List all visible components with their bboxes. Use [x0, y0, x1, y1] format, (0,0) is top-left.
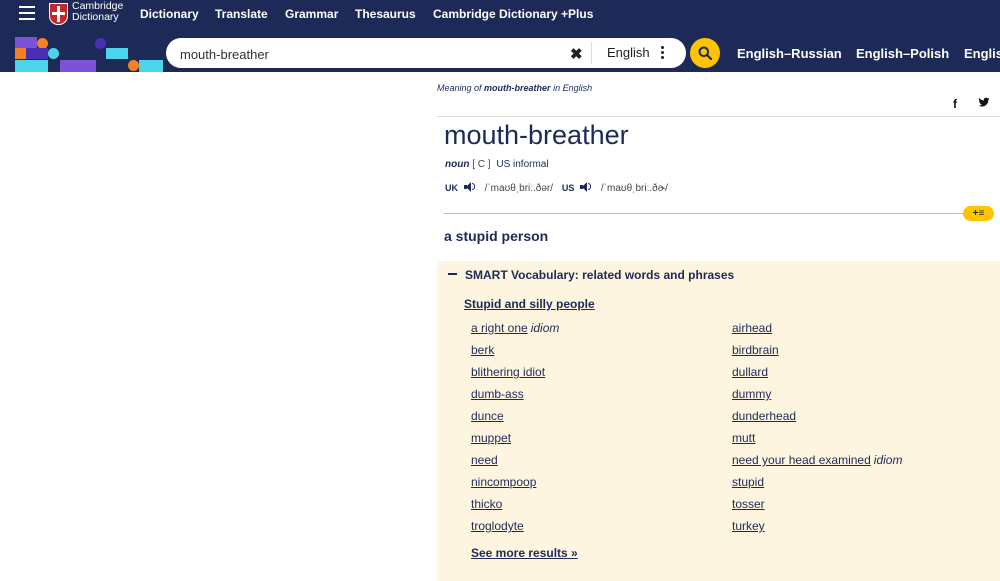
smart-topic-link[interactable]: Stupid and silly people — [464, 297, 595, 311]
related-word-link[interactable]: dumb-ass — [471, 387, 524, 401]
related-word-link[interactable]: muppet — [471, 431, 511, 445]
breadcrumb-word: mouth-breather — [484, 83, 551, 93]
see-more-results-link[interactable]: See more results » — [471, 546, 578, 560]
uk-audio-icon[interactable] — [463, 182, 476, 192]
related-word-link[interactable]: need your head examined idiom — [732, 453, 902, 467]
search-icon — [698, 46, 712, 60]
list-icon: ≡ — [978, 208, 985, 219]
search-button[interactable] — [690, 38, 720, 68]
smart-vocabulary-panel: SMART Vocabulary: related words and phra… — [437, 261, 1000, 581]
definition-divider — [444, 213, 970, 214]
cambridge-shield-logo[interactable] — [49, 3, 68, 25]
quick-link-english-polish[interactable]: English–Polish — [856, 46, 949, 61]
add-to-wordlist-button[interactable]: +≡ — [963, 206, 994, 221]
search-box: ✖ English — [166, 38, 686, 68]
related-word-link[interactable]: troglodyte — [471, 519, 524, 533]
related-word-link[interactable]: blithering idiot — [471, 365, 545, 379]
part-of-speech[interactable]: noun — [445, 159, 469, 170]
breadcrumb-prefix: Meaning of — [437, 83, 482, 93]
related-word-link[interactable]: a right one idiom — [471, 321, 559, 335]
related-word-link[interactable]: airhead — [732, 321, 772, 335]
usage-label: US informal — [496, 159, 549, 170]
related-word-link[interactable]: birdbrain — [732, 343, 779, 357]
search-input[interactable] — [178, 43, 562, 65]
definition-text: a stupid person — [444, 228, 549, 244]
quick-link-english-russian[interactable]: English–Russian — [737, 46, 842, 61]
close-icon[interactable]: ✖ — [570, 45, 583, 63]
related-word-link[interactable]: nincompoop — [471, 475, 536, 489]
language-select[interactable]: English — [607, 45, 650, 60]
facebook-icon[interactable]: f — [953, 97, 957, 111]
logo-line-2: Dictionary — [72, 11, 119, 23]
related-word-link[interactable]: dunce — [471, 409, 504, 423]
related-word-link[interactable]: dullard — [732, 365, 768, 379]
smart-vocabulary-toggle[interactable]: SMART Vocabulary: related words and phra… — [448, 268, 734, 282]
part-of-speech-line: noun [ C ] US informal — [445, 159, 549, 170]
us-label: US — [561, 183, 575, 193]
search-bar: ✖ English English–Russian English–Polish… — [0, 29, 1000, 72]
header-divider — [437, 116, 1000, 117]
menu-icon[interactable] — [19, 6, 35, 20]
breadcrumb: Meaning of mouth-breather in English — [437, 83, 592, 93]
related-word-link[interactable]: need — [471, 453, 498, 467]
related-word-link[interactable]: berk — [471, 343, 494, 357]
us-ipa: /ˈmaʊθˌbriː.ðɚ/ — [600, 183, 668, 194]
nav-thesaurus[interactable]: Thesaurus — [355, 7, 416, 21]
more-options-icon[interactable] — [661, 46, 664, 61]
nav-translate[interactable]: Translate — [215, 7, 268, 21]
headword: mouth-breather — [444, 120, 629, 150]
breadcrumb-suffix: in English — [553, 83, 593, 93]
related-word-link[interactable]: dunderhead — [732, 409, 796, 423]
site-logo-text[interactable]: Cambridge Dictionary — [72, 1, 123, 23]
quick-link-english-more[interactable]: Englis — [964, 46, 1000, 61]
us-audio-icon[interactable] — [580, 182, 592, 192]
search-divider — [591, 42, 592, 64]
related-word-link[interactable]: tosser — [732, 497, 765, 511]
smart-vocabulary-heading: SMART Vocabulary: related words and phra… — [465, 268, 735, 282]
top-nav: Cambridge Dictionary Dictionary Translat… — [0, 0, 1000, 29]
uk-label: UK — [445, 183, 458, 193]
nav-grammar[interactable]: Grammar — [285, 7, 338, 21]
related-word-link[interactable]: thicko — [471, 497, 502, 511]
twitter-icon[interactable] — [978, 97, 990, 111]
related-word-link[interactable]: turkey — [732, 519, 765, 533]
collapse-icon — [448, 273, 457, 275]
grammar-code[interactable]: [ C ] — [472, 159, 490, 170]
related-word-link[interactable]: mutt — [732, 431, 755, 445]
related-word-link[interactable]: stupid — [732, 475, 764, 489]
uk-ipa: /ˈmaʊθˌbriː.ðər/ — [484, 183, 554, 194]
related-word-link[interactable]: dummy — [732, 387, 771, 401]
nav-cambridge-plus[interactable]: Cambridge Dictionary +Plus — [433, 7, 593, 21]
nav-dictionary[interactable]: Dictionary — [140, 7, 199, 21]
pronunciation-line: UK /ˈmaʊθˌbriː.ðər/ US /ˈmaʊθˌbriː.ðɚ/ — [445, 182, 668, 194]
